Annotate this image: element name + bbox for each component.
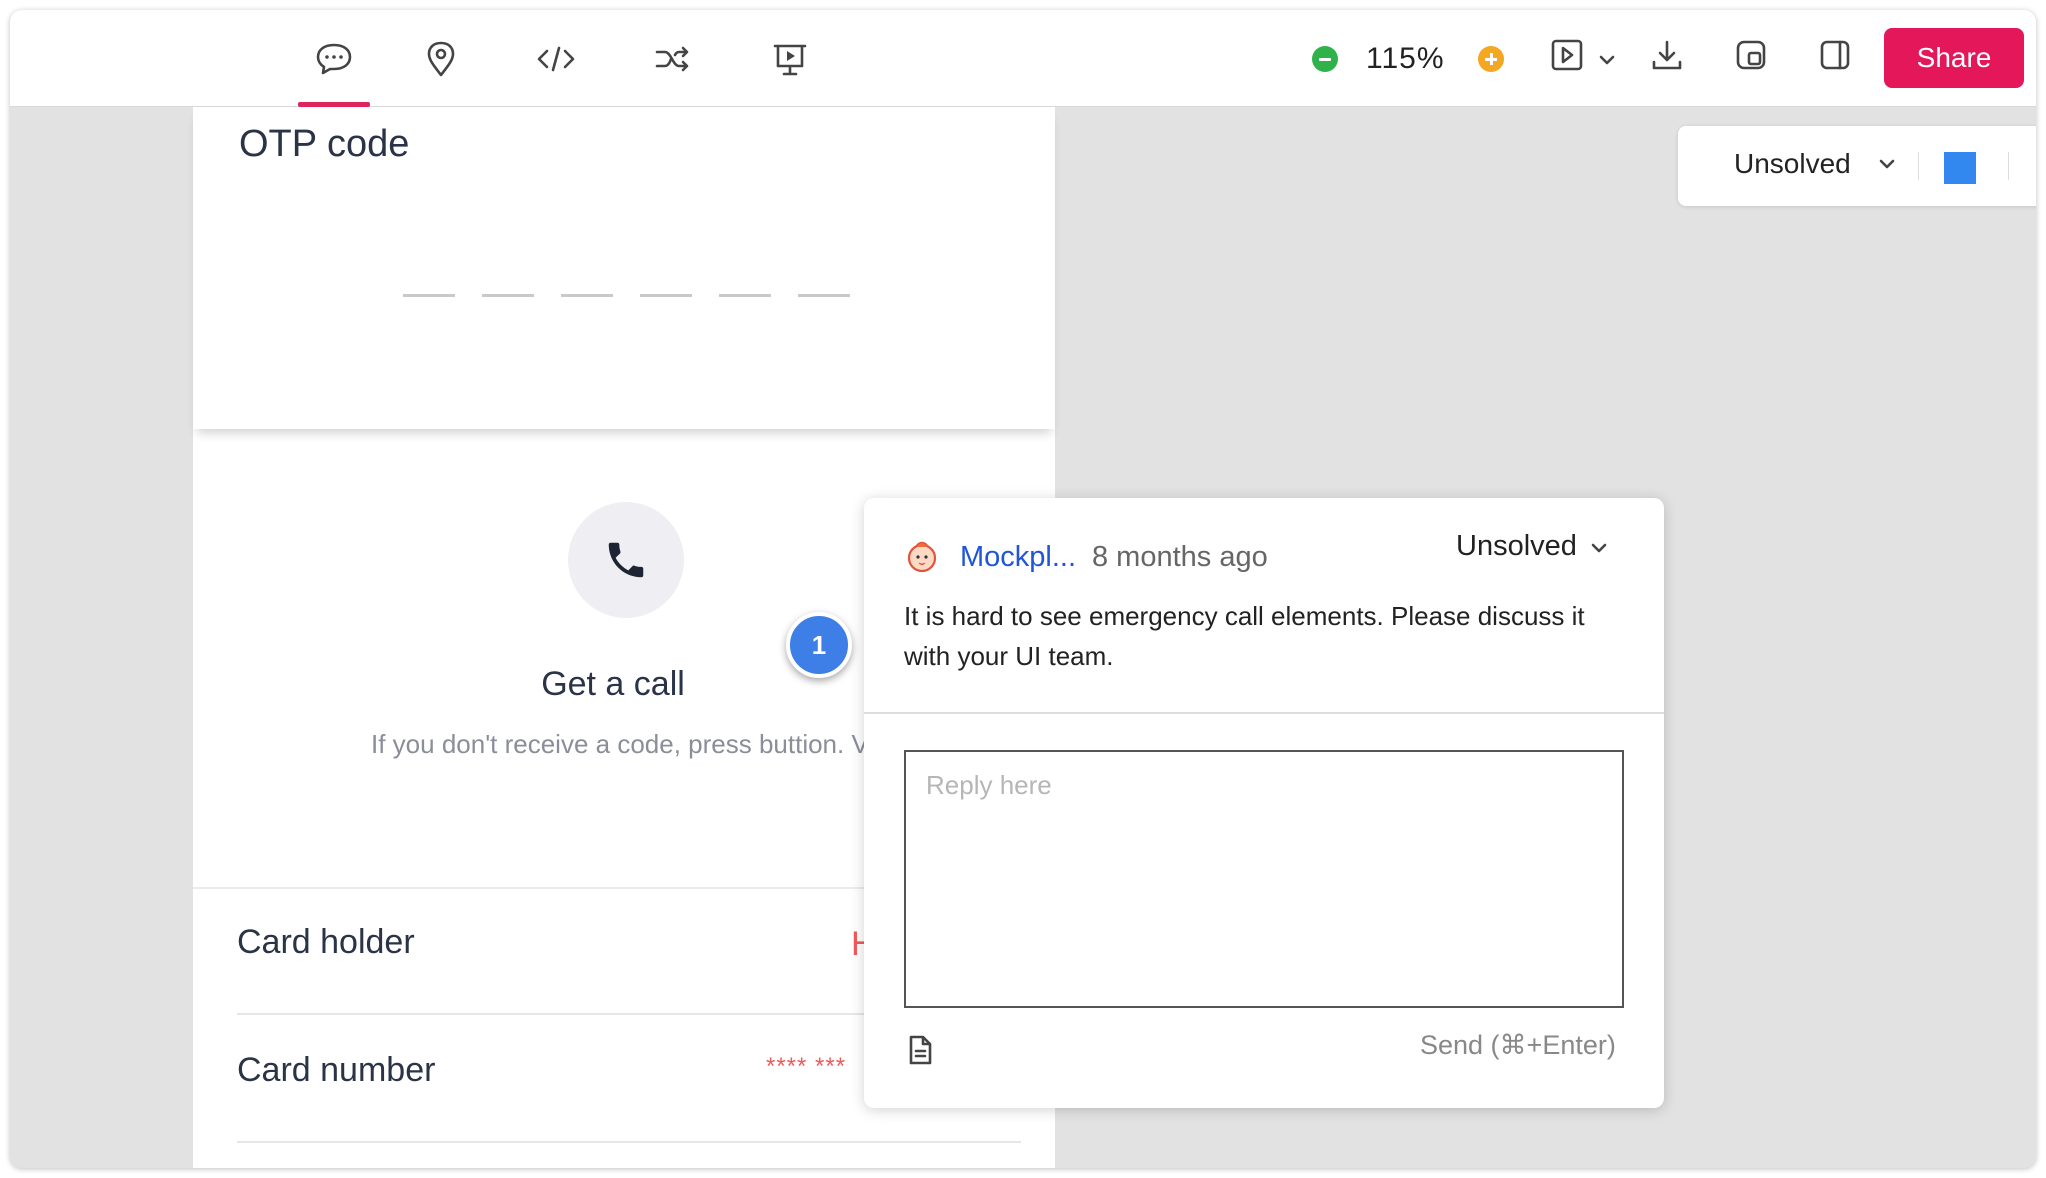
phone-icon (608, 542, 644, 578)
call-description: If you don't receive a code, press butti… (371, 729, 869, 759)
comment-text: It is hard to see emergency call element… (904, 601, 1585, 671)
comment-timestamp: 8 months ago (1092, 541, 1268, 573)
zoom-in-button[interactable] (1478, 46, 1504, 72)
otp-digit-slot[interactable] (719, 294, 771, 297)
multi-window-icon[interactable] (1734, 38, 1768, 72)
location-pin-icon (427, 41, 455, 76)
reply-input[interactable] (904, 750, 1624, 1008)
status-filter-label[interactable]: Unsolved (1734, 148, 1851, 180)
otp-digit-slot[interactable] (482, 294, 534, 297)
comment-filter-bar: Unsolved (1678, 126, 2036, 206)
divider (237, 1141, 1021, 1143)
comment-author[interactable]: Mockpl... (960, 541, 1076, 574)
otp-title: OTP code (239, 123, 410, 165)
otp-card: OTP code (193, 107, 1055, 429)
comment-pin[interactable]: 1 (786, 612, 852, 678)
color-filter-swatch[interactable] (1944, 152, 1976, 184)
comment-icon (316, 43, 352, 74)
play-icon[interactable] (1550, 38, 1584, 72)
zoom-level: 115% (1366, 42, 1445, 75)
pin-tool-button[interactable] (405, 10, 477, 107)
divider (864, 712, 1664, 714)
avatar (907, 541, 937, 573)
otp-digit-slot[interactable] (640, 294, 692, 297)
card-number-value: **** *** (766, 1053, 847, 1080)
presentation-icon (773, 44, 807, 75)
comment-popup: Mockpl... 8 months ago Unsolved It is ha… (864, 498, 1664, 1108)
code-icon (537, 46, 575, 71)
otp-digit-slot[interactable] (561, 294, 613, 297)
divider (2008, 152, 2009, 180)
otp-digit-slot[interactable] (403, 294, 455, 297)
toolbar: 115% Share (10, 10, 2036, 107)
app-window: 115% Share Unsolved OTP code Get a call … (10, 10, 2036, 1168)
zoom-out-button[interactable] (1312, 46, 1338, 72)
otp-digit-slot[interactable] (798, 294, 850, 297)
shuffle-icon (655, 46, 689, 71)
share-button[interactable]: Share (1884, 28, 2024, 88)
call-button[interactable] (568, 502, 684, 618)
chevron-down-icon[interactable] (1590, 542, 1608, 554)
flow-tool-button[interactable] (637, 10, 709, 107)
code-tool-button[interactable] (520, 10, 592, 107)
card-holder-label: Card holder (237, 923, 415, 961)
download-icon[interactable] (1650, 38, 1684, 72)
present-tool-button[interactable] (754, 10, 826, 107)
document-icon[interactable] (906, 1034, 934, 1066)
comment-status-dropdown[interactable]: Unsolved (1456, 530, 1577, 563)
comment-tool-button[interactable] (298, 10, 370, 107)
sidebar-icon[interactable] (1818, 38, 1852, 72)
card-number-label: Card number (237, 1051, 436, 1089)
divider (1918, 152, 1919, 180)
chevron-down-icon[interactable] (1878, 158, 1896, 170)
send-button[interactable]: Send (⌘+Enter) (1420, 1030, 1616, 1061)
chevron-down-icon[interactable] (1598, 54, 1616, 66)
